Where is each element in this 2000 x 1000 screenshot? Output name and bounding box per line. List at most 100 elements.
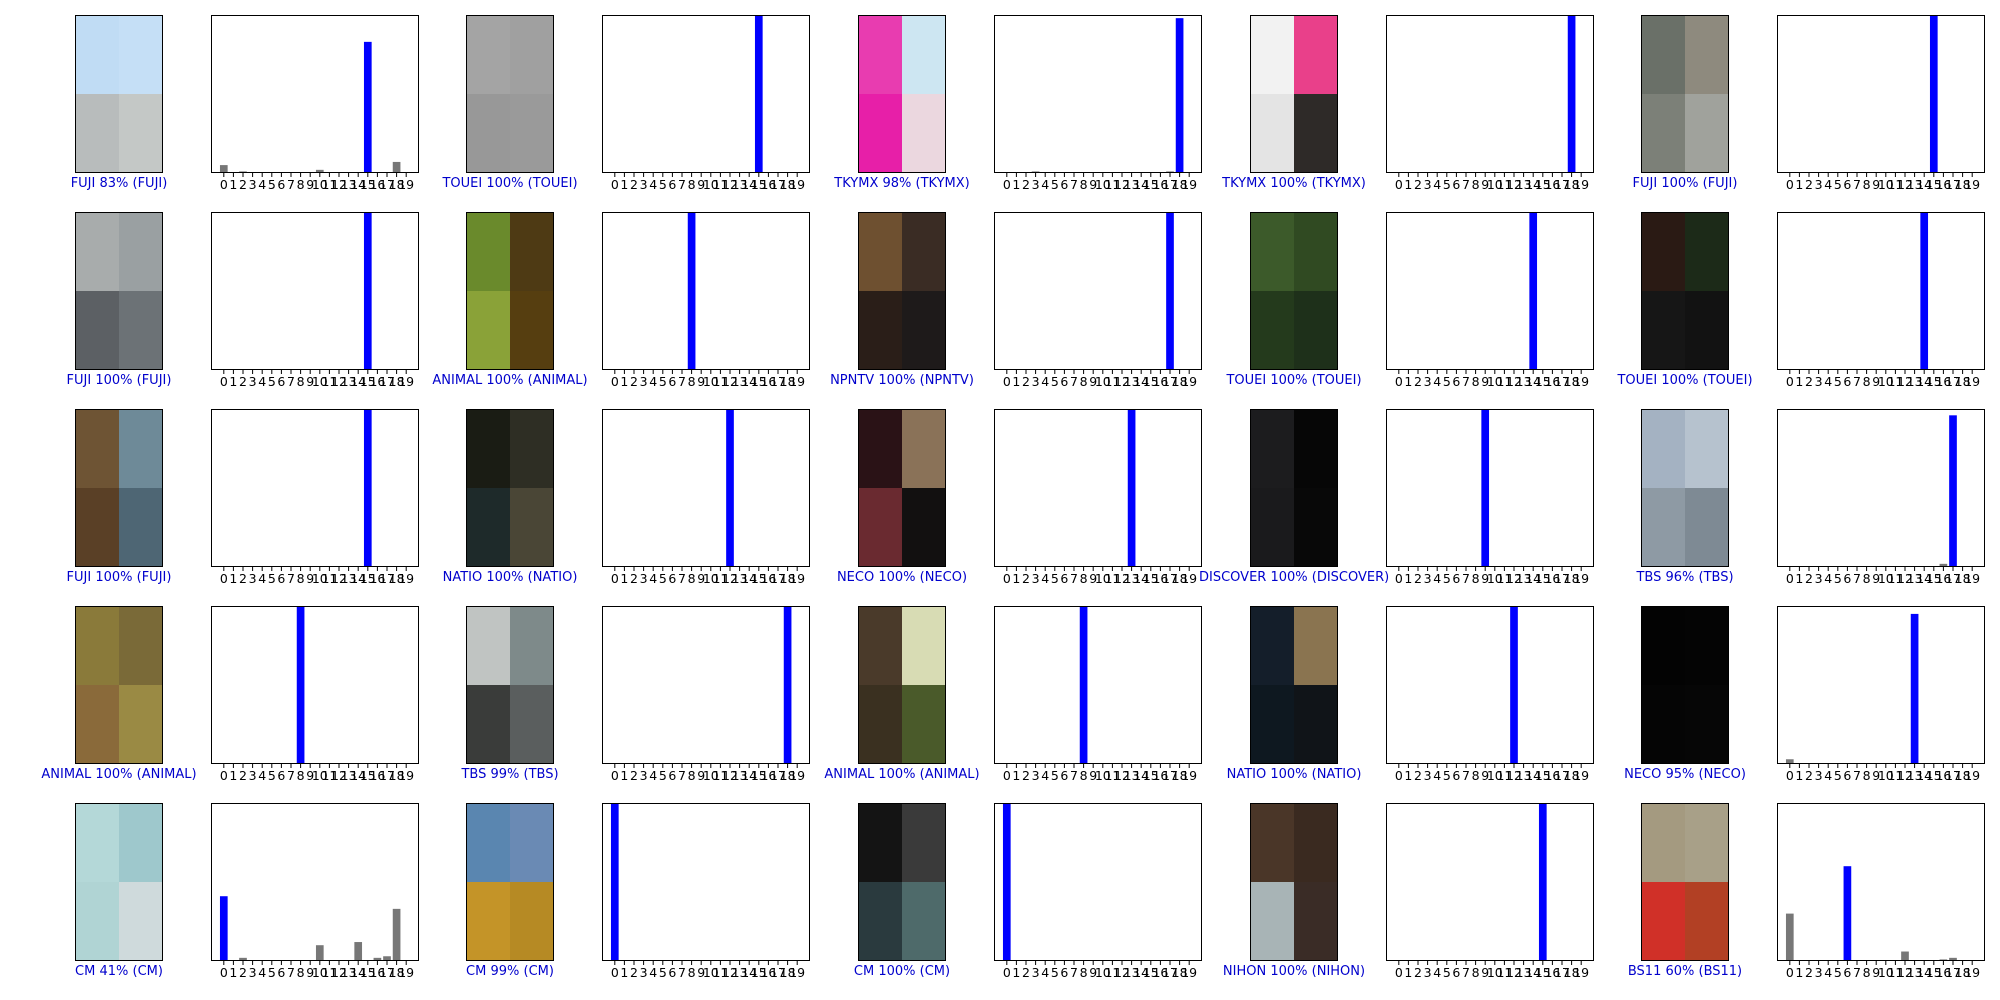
x-tick-label: 5	[268, 177, 276, 192]
x-tick-label: 0	[1786, 571, 1794, 586]
sample-image	[1641, 803, 1729, 961]
sample-image-tile	[902, 94, 945, 172]
x-tick-label: 2	[1414, 374, 1422, 389]
sample-image-tile	[1251, 213, 1294, 291]
x-tick-label: 2	[239, 177, 247, 192]
sample-image	[1641, 212, 1729, 370]
x-tick-label: 19	[789, 374, 805, 389]
sample-image-tile	[119, 685, 162, 763]
x-tick-label: 8	[1863, 177, 1871, 192]
probability-bar	[687, 212, 696, 370]
prediction-caption: ANIMAL 100% (ANIMAL)	[41, 767, 197, 782]
plot-frame	[211, 803, 419, 961]
x-tick-label: 3	[1424, 571, 1432, 586]
plot-frame	[1386, 409, 1594, 567]
probability-bar-chart: 0 1 2 3 4 5 6 7 8 910111213141516171819	[1386, 212, 1594, 389]
x-tick-label: 5	[659, 768, 667, 783]
x-tick-label: 5	[268, 965, 276, 980]
x-tick-label: 19	[789, 965, 805, 980]
x-tick-label: 4	[1824, 965, 1832, 980]
x-tick-label: 5	[268, 571, 276, 586]
x-tick-label: 6	[277, 177, 285, 192]
x-tick-label: 8	[1080, 374, 1088, 389]
x-tick-label: 4	[1433, 965, 1441, 980]
x-tick-label: 6	[668, 177, 676, 192]
x-tick-label: 5	[1834, 374, 1842, 389]
x-tick-label: 1	[620, 177, 628, 192]
x-tick-label: 3	[1424, 177, 1432, 192]
x-tick-label: 6	[1060, 768, 1068, 783]
probability-bar	[1481, 409, 1490, 567]
x-tick-label: 3	[640, 374, 648, 389]
sample-image-tile	[1685, 410, 1728, 488]
sample-image-tile	[1685, 804, 1728, 882]
x-tick-label: 6	[1060, 177, 1068, 192]
probability-bar-chart: 0 1 2 3 4 5 6 7 8 910111213141516171819	[1777, 606, 1985, 783]
x-tick-label: 4	[649, 374, 657, 389]
x-tick-label: 0	[611, 177, 619, 192]
x-tick-label: 2	[630, 177, 638, 192]
sample-image	[1641, 606, 1729, 764]
x-tick-label: 2	[1805, 768, 1813, 783]
x-tick-label: 6	[1452, 768, 1460, 783]
x-tick-label: 5	[1443, 768, 1451, 783]
probability-bar	[1901, 951, 1909, 961]
x-tick-label: 4	[1041, 374, 1049, 389]
plot-frame	[1386, 803, 1594, 961]
x-tick-label: 19	[1573, 374, 1589, 389]
probability-bar	[1166, 212, 1174, 370]
x-tick-label: 0	[1786, 177, 1794, 192]
x-tick-label: 2	[1414, 177, 1422, 192]
x-tick-label: 8	[1863, 374, 1871, 389]
probability-bar-chart: 0 1 2 3 4 5 6 7 8 910111213141516171819	[1777, 803, 1985, 980]
sample-image-tile	[510, 685, 553, 763]
x-tick-label: 19	[1964, 571, 1980, 586]
sample-image-tile	[1685, 213, 1728, 291]
sample-image-tile	[467, 488, 510, 566]
x-tick-label: 19	[398, 571, 414, 586]
probability-bar	[296, 606, 305, 764]
sample-image-tile	[119, 16, 162, 94]
prediction-caption: FUJI 83% (FUJI)	[70, 176, 168, 191]
x-tick-label: 0	[1786, 768, 1794, 783]
x-tick-label: 5	[1051, 571, 1059, 586]
x-tick-label: 4	[1824, 571, 1832, 586]
x-tick-label: 5	[1834, 177, 1842, 192]
x-tick-label: 1	[1012, 768, 1020, 783]
sample-image-tile	[76, 607, 119, 685]
probability-bar	[1529, 212, 1538, 370]
x-tick-label: 19	[1573, 965, 1589, 980]
x-tick-label: 8	[1472, 571, 1480, 586]
sample-image	[1250, 803, 1338, 961]
x-tick-label: 3	[640, 571, 648, 586]
sample-image	[858, 212, 946, 370]
sample-image-tile	[1642, 804, 1685, 882]
x-tick-label: 4	[1041, 571, 1049, 586]
sample-image-tile	[1642, 16, 1685, 94]
sample-image-tile	[76, 410, 119, 488]
x-tick-label: 1	[229, 571, 237, 586]
prediction-caption: CM 99% (CM)	[466, 964, 554, 979]
x-tick-label: 1	[1012, 374, 1020, 389]
probability-bar-chart: 0 1 2 3 4 5 6 7 8 910111213141516171819	[211, 606, 419, 783]
x-tick-label: 3	[1032, 177, 1040, 192]
sample-image-tile	[510, 94, 553, 172]
x-tick-label: 19	[398, 177, 414, 192]
sample-image-tile	[1642, 685, 1685, 763]
x-tick-label: 0	[611, 768, 619, 783]
x-tick-label: 2	[630, 374, 638, 389]
x-tick-label: 4	[258, 177, 266, 192]
x-tick-label: 7	[287, 374, 295, 389]
sample-image	[75, 212, 163, 370]
probability-bar	[1002, 803, 1011, 961]
x-tick-label: 8	[1080, 965, 1088, 980]
x-tick-label: 4	[258, 965, 266, 980]
x-tick-label: 19	[398, 965, 414, 980]
sample-image-tile	[76, 804, 119, 882]
sample-image-tile	[1642, 607, 1685, 685]
sample-image-tile	[902, 291, 945, 369]
probability-bar	[783, 606, 792, 764]
x-tick-label: 7	[287, 177, 295, 192]
prediction-caption: TOUEI 100% (TOUEI)	[1226, 373, 1362, 388]
x-tick-label: 3	[1815, 177, 1823, 192]
